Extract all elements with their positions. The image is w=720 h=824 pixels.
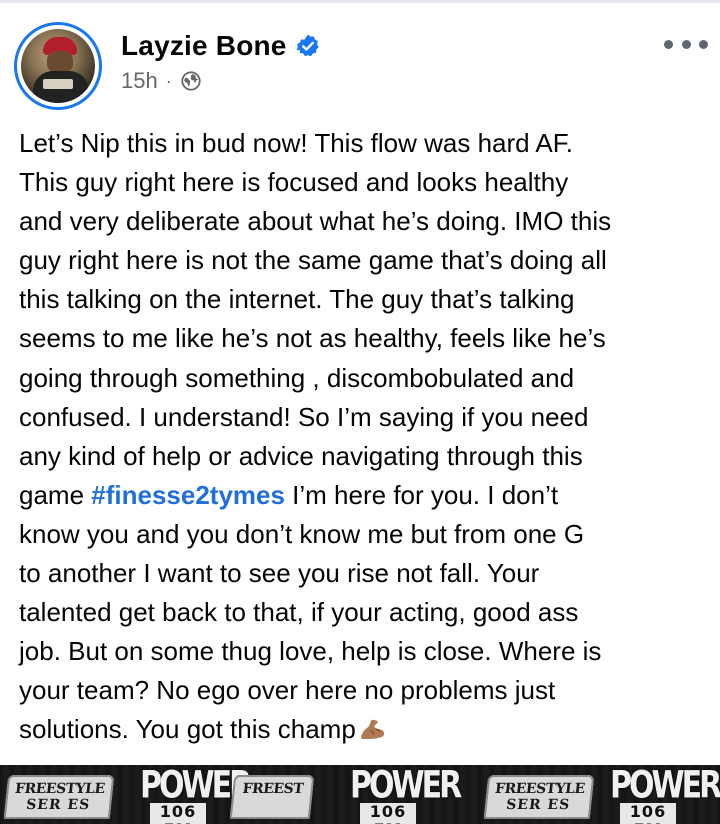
avatar-photo <box>21 29 95 103</box>
post-text-line: seems to me like he’s not as healthy, fe… <box>19 323 606 354</box>
logo-text: FREESTYLE <box>494 781 586 797</box>
more-dot <box>664 39 673 49</box>
globe-icon <box>181 71 201 91</box>
post-text-line: guy right here is not the same game that… <box>19 245 607 276</box>
hashtag-prefix: game <box>19 479 92 510</box>
author-name[interactable]: Layzie Bone <box>121 30 287 62</box>
hashtag-suffix: I’m here for you. I don’t <box>284 479 559 510</box>
flexed-biceps-icon <box>360 720 384 740</box>
power-106-logo: POWER 106 FM <box>610 765 720 824</box>
logo-text: POWER <box>610 765 720 808</box>
video-thumbnail[interactable]: FREESTYLE SER ES POWER 106 FM FREEST POW… <box>0 765 720 824</box>
more-options-button[interactable] <box>664 34 708 54</box>
freestyle-series-logo: FREESTYLE SER ES <box>3 775 115 819</box>
post-meta: 15h · <box>121 68 202 94</box>
freestyle-series-logo: FREESTYLE SER ES <box>483 775 595 819</box>
power-106-logo: POWER 106 FM <box>350 765 462 824</box>
post-body: Let’s Nip this in bud now! This flow was… <box>19 124 709 750</box>
post-text-line: any kind of help or advice navigating th… <box>19 440 583 471</box>
logo-text: FREESTYLE <box>14 781 106 797</box>
hashtag-link[interactable]: #finesse2tymes <box>91 480 285 510</box>
post-text-line: confused. I understand! So I’m saying if… <box>19 401 589 432</box>
post-header: Layzie Bone 15h · <box>0 0 720 120</box>
post-text-line-last: solutions. You got this champ <box>19 710 709 749</box>
post-text-line: job. But on some thug love, help is clos… <box>19 636 602 667</box>
logo-text: FREEST <box>241 781 304 797</box>
verified-badge-icon <box>295 34 319 57</box>
more-dot <box>681 39 691 49</box>
freestyle-series-logo: FREEST <box>229 775 315 819</box>
post-text-line: Let’s Nip this in bud now! This flow was… <box>19 128 573 158</box>
post-text-line: and very deliberate about what he’s doin… <box>19 206 612 237</box>
power-106-logo: POWER 106 FM <box>140 765 252 824</box>
logo-text: SER ES <box>25 797 92 813</box>
post-text-line: talented get back to that, if your actin… <box>19 597 579 628</box>
post-text-line-hashtag: game #finesse2tymes I’m here for you. I … <box>19 476 709 515</box>
logo-text: SER ES <box>505 797 572 813</box>
post-timestamp[interactable]: 15h <box>121 68 158 94</box>
post-text-line: this talking on the internet. The guy th… <box>19 284 575 315</box>
meta-separator: · <box>165 70 172 91</box>
post-text-last: solutions. You got this champ <box>19 714 356 745</box>
author-row: Layzie Bone <box>121 30 321 62</box>
more-dot <box>699 39 708 49</box>
post-text-line: going through something , discombobulate… <box>19 362 575 393</box>
post-text-line: know you and you don’t know me but from … <box>19 518 585 549</box>
post-text-line: your team? No ego over here no problems … <box>19 675 556 706</box>
avatar[interactable] <box>14 22 102 110</box>
post-text-line: to another I want to see you rise not fa… <box>19 558 540 589</box>
logo-text: POWER <box>350 765 462 808</box>
post-text-line: This guy right here is focused and looks… <box>19 167 569 198</box>
logo-text: POWER <box>140 765 252 808</box>
